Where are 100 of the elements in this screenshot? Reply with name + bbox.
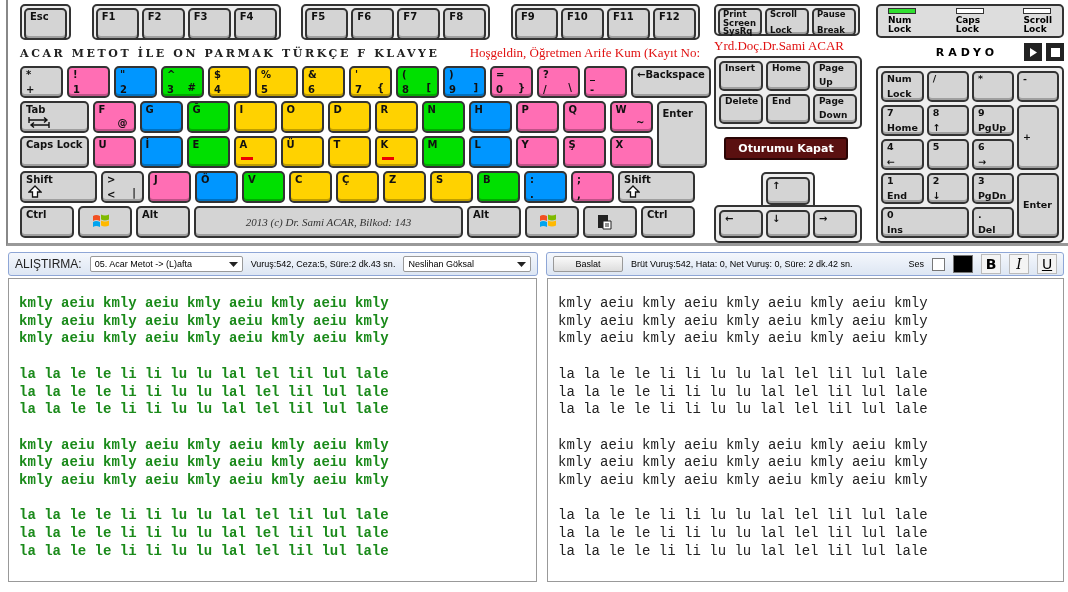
keyboard-key[interactable]: F2 bbox=[141, 8, 185, 40]
keyboard-key[interactable]: M bbox=[421, 136, 465, 168]
keyboard-key[interactable] bbox=[583, 206, 637, 238]
stop-button[interactable] bbox=[1046, 43, 1064, 61]
keyboard-key[interactable]: > < | bbox=[101, 171, 144, 203]
keyboard-key[interactable]: F7 bbox=[397, 8, 441, 40]
keyboard-key[interactable]: 3 PgDn bbox=[971, 173, 1014, 204]
keyboard-key[interactable]: İ bbox=[139, 136, 183, 168]
keyboard-key[interactable]: ) 9 ] bbox=[443, 66, 486, 98]
keyboard-key[interactable]: _ - bbox=[584, 66, 627, 98]
keyboard-key[interactable]: I bbox=[233, 101, 277, 133]
keyboard-key[interactable]: Shift bbox=[618, 171, 695, 203]
keyboard-key[interactable]: / bbox=[926, 71, 969, 102]
keyboard-key[interactable]: G bbox=[139, 101, 183, 133]
keyboard-key[interactable]: F6 bbox=[351, 8, 395, 40]
keyboard-key[interactable]: Ö bbox=[195, 171, 238, 203]
keyboard-key[interactable]: 7 Home bbox=[881, 105, 924, 136]
keyboard-key[interactable]: R bbox=[374, 101, 418, 133]
keyboard-key[interactable]: Page Up bbox=[813, 61, 857, 91]
keyboard-key[interactable]: Ş bbox=[562, 136, 606, 168]
keyboard-key[interactable]: E bbox=[186, 136, 230, 168]
keyboard-key[interactable]: Num Lock bbox=[881, 71, 924, 102]
keyboard-key[interactable]: F11 bbox=[606, 8, 650, 40]
keyboard-key[interactable]: Ctrl bbox=[641, 206, 695, 238]
keyboard-key[interactable]: W ~ bbox=[609, 101, 653, 133]
keyboard-key[interactable]: S bbox=[430, 171, 473, 203]
keyboard-key[interactable]: 5 bbox=[926, 139, 969, 170]
keyboard-key[interactable]: F10 bbox=[560, 8, 604, 40]
student-dropdown[interactable]: Neslihan Göksal bbox=[403, 256, 531, 272]
keyboard-key[interactable]: ↓ bbox=[766, 210, 810, 238]
keyboard-key[interactable]: F12 bbox=[652, 8, 696, 40]
keyboard-key[interactable]: * + bbox=[20, 66, 63, 98]
keyboard-key[interactable]: Caps Lock bbox=[20, 136, 89, 168]
play-button[interactable] bbox=[1024, 43, 1042, 61]
keyboard-key[interactable]: C bbox=[289, 171, 332, 203]
keyboard-key[interactable]: Enter bbox=[1016, 173, 1059, 238]
keyboard-key[interactable]: ← bbox=[719, 210, 763, 238]
keyboard-key[interactable]: * bbox=[971, 71, 1014, 102]
keyboard-key[interactable]: 0 Ins bbox=[881, 207, 969, 238]
keyboard-key[interactable]: Q bbox=[562, 101, 606, 133]
keyboard-key[interactable]: B bbox=[477, 171, 520, 203]
keyboard-key[interactable]: Ğ bbox=[186, 101, 230, 133]
start-button[interactable]: Baslat bbox=[553, 256, 623, 272]
keyboard-key[interactable]: ! 1 bbox=[67, 66, 110, 98]
keyboard-key[interactable]: 9 PgUp bbox=[971, 105, 1014, 136]
keyboard-key[interactable]: : . bbox=[524, 171, 567, 203]
keyboard-key[interactable]: $ 4 bbox=[208, 66, 251, 98]
typing-text-pane[interactable] bbox=[547, 278, 1064, 582]
keyboard-key[interactable]: N bbox=[421, 101, 465, 133]
keyboard-key[interactable]: F1 bbox=[95, 8, 139, 40]
keyboard-key[interactable]: + bbox=[1016, 105, 1059, 170]
keyboard-key[interactable]: ? / \ bbox=[537, 66, 580, 98]
keyboard-key[interactable]: ←Backspace bbox=[631, 66, 711, 98]
keyboard-key[interactable]: H bbox=[468, 101, 512, 133]
keyboard-key[interactable]: Y bbox=[515, 136, 559, 168]
keyboard-key[interactable]: D bbox=[327, 101, 371, 133]
keyboard-key[interactable]: Ü bbox=[280, 136, 324, 168]
format-button[interactable]: I bbox=[1009, 254, 1029, 274]
keyboard-key[interactable]: 8 ↑ bbox=[926, 105, 969, 136]
keyboard-key[interactable]: ' 7 { bbox=[349, 66, 392, 98]
keyboard-key[interactable]: U bbox=[92, 136, 136, 168]
keyboard-key[interactable]: % 5 bbox=[255, 66, 298, 98]
keyboard-key[interactable]: Insert bbox=[719, 61, 763, 91]
color-picker[interactable] bbox=[953, 255, 973, 273]
keyboard-key[interactable]: Print Screen SysRq bbox=[718, 8, 762, 36]
keyboard-key[interactable]: ↑ bbox=[766, 177, 810, 205]
keyboard-key[interactable]: F @ bbox=[92, 101, 136, 133]
keyboard-key[interactable]: O bbox=[280, 101, 324, 133]
keyboard-key[interactable]: 2 ↓ bbox=[926, 173, 969, 204]
keyboard-key[interactable]: - bbox=[1016, 71, 1059, 102]
keyboard-key[interactable]: → bbox=[813, 210, 857, 238]
keyboard-key[interactable]: F5 bbox=[305, 8, 349, 40]
keyboard-key[interactable] bbox=[78, 206, 132, 238]
sound-checkbox[interactable] bbox=[932, 257, 945, 271]
keyboard-key[interactable]: Esc bbox=[24, 8, 67, 40]
keyboard-key[interactable]: P bbox=[515, 101, 559, 133]
keyboard-key[interactable]: Delete bbox=[719, 94, 763, 124]
keyboard-key[interactable]: Scroll Lock bbox=[765, 8, 809, 36]
keyboard-key[interactable]: F9 bbox=[514, 8, 558, 40]
keyboard-key[interactable]: Ctrl bbox=[20, 206, 74, 238]
keyboard-key[interactable]: T bbox=[327, 136, 371, 168]
keyboard-key[interactable]: Pause Break bbox=[812, 8, 856, 36]
keyboard-key[interactable]: L bbox=[468, 136, 512, 168]
keyboard-key[interactable]: Tab bbox=[20, 101, 89, 133]
keyboard-key[interactable]: Home bbox=[766, 61, 810, 91]
keyboard-key[interactable]: . Del bbox=[971, 207, 1014, 238]
space-bar[interactable]: 2013 (c) Dr. Sami ACAR, Bilkod: 143 bbox=[194, 206, 463, 238]
keyboard-key[interactable]: Alt bbox=[136, 206, 190, 238]
keyboard-key[interactable]: K bbox=[374, 136, 418, 168]
keyboard-key[interactable]: Z bbox=[383, 171, 426, 203]
keyboard-key[interactable]: & 6 bbox=[302, 66, 345, 98]
keyboard-key[interactable]: 1 End bbox=[881, 173, 924, 204]
keyboard-key[interactable]: A bbox=[233, 136, 277, 168]
keyboard-key[interactable]: End bbox=[766, 94, 810, 124]
keyboard-key[interactable]: F3 bbox=[187, 8, 231, 40]
keyboard-key[interactable]: Shift bbox=[20, 171, 97, 203]
keyboard-key[interactable]: ( 8 [ bbox=[396, 66, 439, 98]
keyboard-key[interactable]: V bbox=[242, 171, 285, 203]
keyboard-key[interactable] bbox=[525, 206, 579, 238]
keyboard-key[interactable]: F4 bbox=[233, 8, 277, 40]
